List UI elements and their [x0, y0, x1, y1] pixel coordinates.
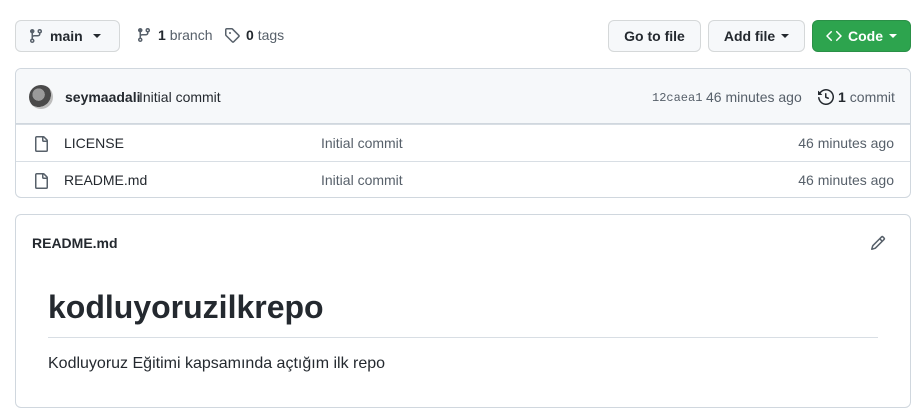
commit-time: 46 minutes ago: [706, 89, 802, 105]
file-commit-time: 46 minutes ago: [798, 135, 894, 151]
branches-link[interactable]: 1 branch: [136, 27, 213, 43]
add-file-button[interactable]: Add file: [708, 20, 805, 52]
chevron-down-icon: [889, 34, 897, 38]
file-row[interactable]: README.md Initial commit 46 minutes ago: [16, 161, 910, 197]
readme-panel: README.md kodluyoruzilkrepo Kodluyoruz E…: [15, 214, 911, 408]
file-name[interactable]: LICENSE: [64, 135, 124, 151]
file-icon: [35, 173, 48, 189]
commit-count: 1: [838, 89, 846, 105]
tag-label: tags: [257, 27, 285, 43]
readme-paragraph: Kodluyoruz Eğitimi kapsamında açtığım il…: [48, 355, 386, 372]
chevron-down-icon: [92, 34, 101, 38]
pencil-icon[interactable]: [870, 235, 886, 251]
file-listing: seymaadali Initial commit 12caea1 46 min…: [15, 68, 911, 198]
branch-label: branch: [169, 27, 213, 43]
file-row[interactable]: LICENSE Initial commit 46 minutes ago: [16, 124, 910, 161]
commit-message[interactable]: Initial commit: [139, 89, 221, 105]
branch-count: 1: [158, 27, 166, 43]
tags-link[interactable]: 0 tags: [224, 27, 284, 43]
file-commit-message[interactable]: Initial commit: [321, 172, 403, 188]
readme-heading: kodluyoruzilkrepo: [48, 287, 878, 338]
history-icon: [818, 89, 834, 105]
commit-author[interactable]: seymaadali: [65, 89, 141, 105]
code-icon: [826, 30, 842, 42]
branch-select-button[interactable]: main: [15, 20, 120, 52]
file-commit-message[interactable]: Initial commit: [321, 135, 403, 151]
commits-history-link[interactable]: 1 commit: [818, 89, 895, 105]
latest-commit-bar: seymaadali Initial commit 12caea1 46 min…: [16, 69, 910, 124]
readme-filename[interactable]: README.md: [32, 235, 118, 251]
git-branch-icon: [137, 28, 150, 43]
file-name[interactable]: README.md: [64, 172, 147, 188]
tag-icon: [225, 28, 240, 43]
git-branch-icon: [29, 29, 42, 44]
avatar[interactable]: [29, 85, 53, 109]
file-commit-time: 46 minutes ago: [798, 172, 894, 188]
go-to-file-button[interactable]: Go to file: [608, 20, 701, 52]
file-icon: [35, 136, 48, 152]
commit-count-label: commit: [849, 89, 895, 105]
chevron-down-icon: [781, 34, 790, 38]
code-button[interactable]: Code: [812, 20, 911, 52]
code-label: Code: [848, 28, 883, 44]
tag-count: 0: [246, 27, 254, 43]
commit-hash[interactable]: 12caea1: [652, 91, 702, 105]
add-file-label: Add file: [723, 28, 776, 44]
branch-name: main: [50, 28, 83, 44]
